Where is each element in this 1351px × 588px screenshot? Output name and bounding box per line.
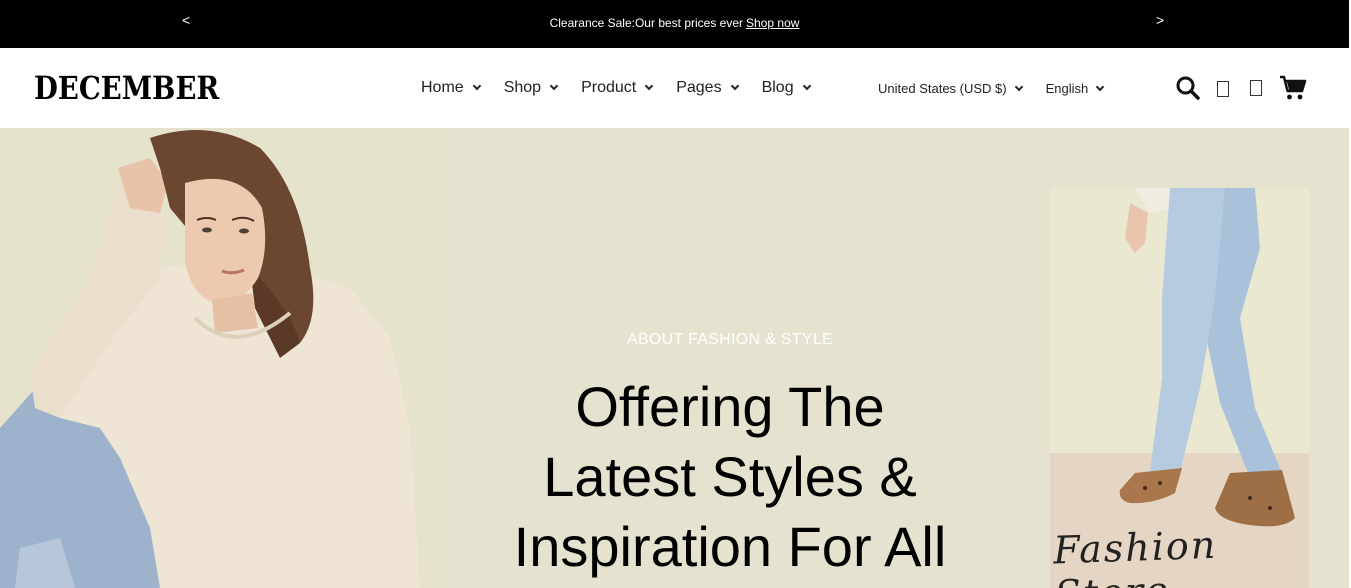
locale-selectors: United States (USD $) English xyxy=(878,81,1127,96)
side-caption: Fashion Store xyxy=(1052,522,1218,588)
chevron-down-icon xyxy=(644,81,654,91)
hero-eyebrow: ABOUT FASHION & STYLE xyxy=(626,331,834,348)
main-nav: Home Shop Product Pages Blog xyxy=(421,79,834,97)
nav-item-label: Home xyxy=(421,79,464,96)
announcement-message: Clearance Sale:Our best prices ever xyxy=(549,16,744,30)
nav-item-label: Pages xyxy=(676,79,722,96)
heart-icon[interactable] xyxy=(1250,80,1262,96)
hero-headline-line: Latest Styles & xyxy=(543,445,917,508)
nav-item-blog[interactable]: Blog xyxy=(761,79,811,97)
hero-headline-line: Inspiration For All xyxy=(513,515,947,578)
chevron-down-icon xyxy=(549,81,559,91)
chevron-down-icon xyxy=(730,81,739,91)
language-label: English xyxy=(1045,81,1089,96)
nav-item-pages[interactable]: Pages xyxy=(676,79,739,97)
chevron-down-icon xyxy=(1014,82,1023,91)
hero-headline: Offering The Latest Styles & Inspiration… xyxy=(470,372,990,582)
nav-item-shop[interactable]: Shop xyxy=(503,79,559,97)
chevron-down-icon xyxy=(802,81,811,91)
search-icon[interactable] xyxy=(1175,75,1201,106)
nav-item-label: Shop xyxy=(503,79,542,96)
cart-icon[interactable] xyxy=(1279,75,1307,106)
currency-selector[interactable]: United States (USD $) xyxy=(878,81,1023,96)
chevron-down-icon xyxy=(472,81,481,91)
hero-headline-line: Offering The xyxy=(575,375,885,438)
language-selector[interactable]: English xyxy=(1045,81,1105,96)
chevron-down-icon xyxy=(1096,82,1105,91)
nav-item-product[interactable]: Product xyxy=(581,79,654,97)
logo-text: DECEMBER xyxy=(34,69,220,107)
nav-item-label: Product xyxy=(581,79,637,96)
announcement-bar: < Clearance Sale:Our best prices ever Sho… xyxy=(0,0,1349,48)
shop-now-link[interactable]: Shop now xyxy=(746,16,799,30)
hero-side-image: Fashion Store xyxy=(1050,188,1309,588)
user-icon[interactable] xyxy=(1217,81,1229,97)
site-header: DECEMBER Home Shop Product Pages Blog Un… xyxy=(0,48,1349,128)
hero-banner: ABOUT FASHION & STYLE Offering The Lates… xyxy=(0,128,1349,588)
site-logo[interactable]: DECEMBER xyxy=(34,71,249,105)
hero-model-image xyxy=(0,128,440,588)
nav-item-home[interactable]: Home xyxy=(421,79,481,97)
nav-item-label: Blog xyxy=(761,79,794,96)
currency-label: United States (USD $) xyxy=(878,81,1007,96)
announcement-next-button[interactable]: > xyxy=(1156,12,1164,28)
announcement-message-wrap: Clearance Sale:Our best prices ever Shop … xyxy=(0,16,1349,30)
